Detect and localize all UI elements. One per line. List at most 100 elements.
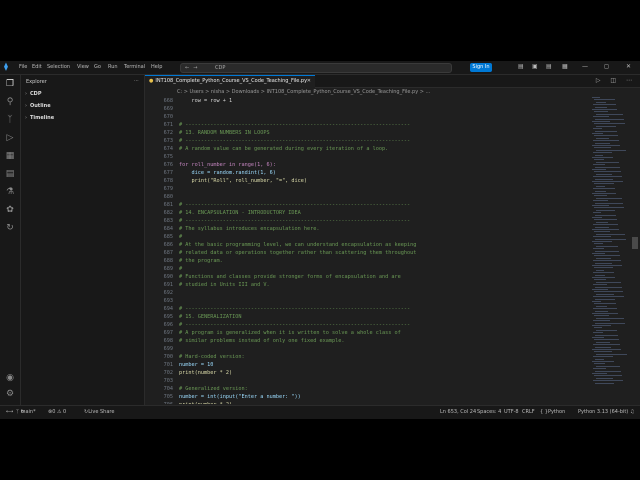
source-control-icon[interactable]: ᛉ bbox=[5, 115, 15, 125]
minimap-line bbox=[594, 111, 608, 113]
code-text: # the program. bbox=[179, 258, 223, 264]
maximize-icon[interactable]: ◻ bbox=[604, 63, 609, 70]
cursor-position[interactable]: Ln 653, Col 24 bbox=[440, 406, 476, 419]
minimap-line bbox=[595, 238, 626, 240]
minimap-line bbox=[595, 382, 614, 384]
remote-explorer-icon[interactable]: ▤ bbox=[5, 169, 15, 179]
explorer-icon[interactable]: ❐ bbox=[5, 79, 15, 89]
code-text: # bbox=[179, 234, 183, 240]
minimap-line bbox=[595, 250, 619, 252]
layout-sidebar-icon[interactable]: ▤ bbox=[518, 63, 524, 70]
code-text: # --------------------------------------… bbox=[179, 138, 411, 144]
layout-secondary-icon[interactable]: ▤ bbox=[546, 63, 552, 70]
minimap-line bbox=[594, 351, 612, 353]
line-number: 685 bbox=[163, 234, 173, 240]
sidebar-section-timeline[interactable]: › Timeline bbox=[25, 115, 54, 121]
code-text: # The syllabus introduces encapsulation … bbox=[179, 226, 320, 232]
menu-view[interactable]: View bbox=[77, 64, 89, 70]
minimap-line bbox=[593, 200, 608, 202]
nav-arrows-icon[interactable]: ←→ bbox=[185, 64, 201, 72]
minimap-line bbox=[595, 190, 606, 192]
minimap-line bbox=[592, 217, 602, 218]
menu-edit[interactable]: Edit bbox=[32, 64, 42, 70]
close-window-icon[interactable]: ✕ bbox=[626, 63, 631, 70]
minimap-line bbox=[592, 181, 623, 182]
minimap-line bbox=[596, 161, 619, 163]
sidebar-section-outline[interactable]: › Outline bbox=[25, 103, 51, 109]
code-editor[interactable]: 668 row = row + 1 669 670 671 # ------------… bbox=[145, 97, 590, 404]
minimap-line bbox=[595, 358, 604, 360]
command-center-search[interactable]: ←→ CDP bbox=[180, 63, 452, 73]
line-number: 677 bbox=[163, 170, 173, 176]
more-actions-icon[interactable]: ⋯ bbox=[134, 78, 139, 84]
minimap-line bbox=[593, 284, 607, 286]
search-icon[interactable]: ⚲ bbox=[5, 97, 15, 107]
minimap-line bbox=[593, 104, 616, 106]
remote-indicator-icon[interactable]: ⟷ bbox=[6, 406, 13, 419]
minimap-line bbox=[594, 159, 604, 161]
minimap-line bbox=[594, 123, 625, 125]
close-tab-icon[interactable]: ✕ bbox=[307, 76, 311, 87]
line-number: 695 bbox=[163, 314, 173, 320]
code-text: # --------------------------------------… bbox=[179, 218, 411, 224]
branch-status[interactable]: ᛉ main* ↻ bbox=[16, 406, 36, 419]
breadcrumb[interactable]: C: > Users > nisha > Downloads > INT108_… bbox=[145, 88, 640, 96]
docker-icon[interactable]: ✿ bbox=[5, 205, 15, 215]
minimap-line bbox=[596, 317, 624, 319]
minimap-line bbox=[593, 176, 622, 178]
python-file-icon: ● bbox=[149, 78, 154, 84]
menu-selection[interactable]: Selection bbox=[47, 64, 70, 70]
minimap-line bbox=[593, 188, 615, 190]
menu-help[interactable]: Help bbox=[151, 64, 162, 70]
run-debug-icon[interactable]: ▷ bbox=[5, 133, 15, 143]
indentation-status[interactable]: Spaces: 4 bbox=[477, 406, 501, 419]
eol-status[interactable]: CRLF bbox=[522, 406, 535, 419]
code-text: print(number * 2) bbox=[179, 370, 233, 376]
menu-terminal[interactable]: Terminal bbox=[124, 64, 145, 70]
code-text: # Functions and classes provide stronger… bbox=[179, 274, 401, 280]
minimap-line bbox=[592, 109, 617, 110]
minimap-line bbox=[594, 231, 610, 233]
minimap-line bbox=[596, 197, 622, 199]
problems-status[interactable]: ⊗ 0 ⚠ 0 bbox=[48, 406, 66, 419]
menu-go[interactable]: Go bbox=[94, 64, 101, 70]
menu-file[interactable]: File bbox=[19, 64, 27, 70]
code-text: # studied in Units III and V. bbox=[179, 282, 270, 288]
encoding-status[interactable]: UTF-8 bbox=[504, 406, 519, 419]
line-number: 689 bbox=[163, 266, 173, 272]
minimap-line bbox=[594, 171, 621, 173]
minimap-line bbox=[596, 269, 604, 271]
scrollbar-thumb[interactable] bbox=[632, 237, 638, 249]
live-share-status[interactable]: ↻ Live Share bbox=[84, 406, 114, 419]
chevron-right-icon: › bbox=[25, 103, 27, 109]
language-mode[interactable]: { } Python bbox=[540, 406, 565, 419]
minimap-line bbox=[593, 152, 612, 154]
settings-gear-icon[interactable]: ⚙ bbox=[5, 389, 15, 399]
sign-in-button[interactable]: Sign In bbox=[470, 63, 492, 72]
code-text: # related data or operations together ra… bbox=[179, 250, 417, 256]
line-number: 703 bbox=[163, 378, 173, 384]
menu-run[interactable]: Run bbox=[108, 64, 118, 70]
layout-panel-icon[interactable]: ▣ bbox=[532, 63, 538, 70]
minimap-line bbox=[595, 262, 612, 264]
minimap-line bbox=[594, 291, 623, 293]
account-icon[interactable]: ◉ bbox=[5, 373, 15, 383]
extensions-icon[interactable]: ▦ bbox=[5, 151, 15, 161]
code-text: # bbox=[179, 266, 183, 272]
live-share-icon[interactable]: ↻ bbox=[5, 223, 15, 233]
layout-customize-icon[interactable]: ▦ bbox=[562, 63, 568, 70]
code-text: # --------------------------------------… bbox=[179, 202, 411, 208]
minimize-icon[interactable]: — bbox=[582, 63, 588, 70]
notifications-bell-icon[interactable]: ♫ bbox=[630, 406, 634, 419]
testing-icon[interactable]: ⚗ bbox=[5, 187, 15, 197]
sidebar-section-cdp[interactable]: › CDP bbox=[25, 91, 41, 97]
minimap-line bbox=[595, 370, 621, 372]
minimap-line bbox=[595, 334, 618, 336]
editor-actions[interactable]: ▷ ◫ ⋯ bbox=[596, 77, 636, 84]
minimap[interactable] bbox=[592, 97, 628, 404]
minimap-line bbox=[596, 257, 611, 259]
minimap-line bbox=[595, 202, 623, 204]
tab-active-file[interactable]: ● INT108_Complete_Python_Course_VS_Code_T… bbox=[145, 75, 315, 88]
python-interpreter[interactable]: Python 3.13 (64-bit) bbox=[578, 406, 628, 419]
minimap-line bbox=[595, 154, 603, 156]
